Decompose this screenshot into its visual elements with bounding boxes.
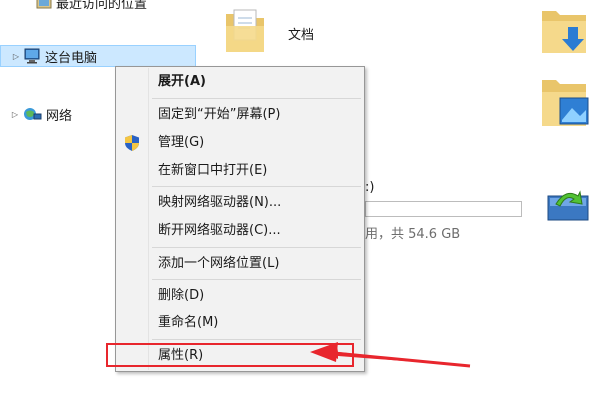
annotation-arrow-icon (310, 342, 471, 368)
